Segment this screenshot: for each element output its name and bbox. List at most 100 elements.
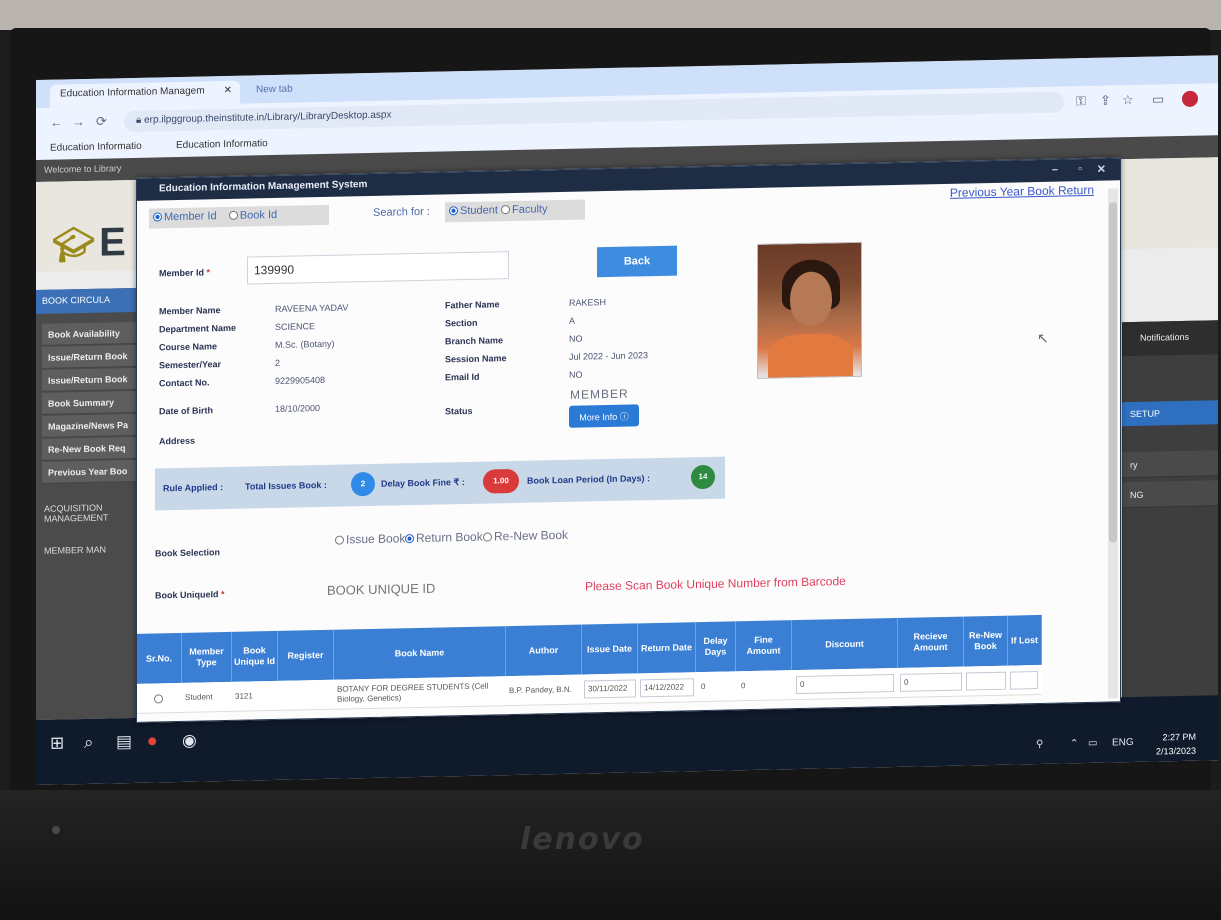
lost-checkbox[interactable] xyxy=(1010,671,1038,690)
column-header[interactable]: Register xyxy=(278,629,334,681)
more-info-button[interactable]: More Info ⓘ xyxy=(569,404,639,428)
key-icon[interactable]: ⚿ xyxy=(1076,93,1086,109)
browser-tab-new[interactable]: New tab xyxy=(246,79,346,104)
radio-member-id[interactable]: Member Id xyxy=(153,210,217,223)
forward-arrow-icon[interactable]: → xyxy=(72,114,85,129)
maximize-icon[interactable]: ▫ xyxy=(1078,163,1082,175)
search-for-group: Student Faculty xyxy=(445,199,585,223)
address-label: Address xyxy=(159,435,196,447)
loan-period-badge: 14 xyxy=(691,464,715,490)
member-id-input[interactable] xyxy=(247,251,509,285)
notifications-link[interactable]: Notifications xyxy=(1122,320,1218,357)
semester-value: 2 xyxy=(275,357,281,368)
right-menu-item[interactable]: NG xyxy=(1122,480,1218,509)
search-icon[interactable]: ⌕ xyxy=(84,733,94,753)
book-unique-id-input[interactable] xyxy=(327,574,527,601)
tab-label: Education Information Managem xyxy=(60,85,205,100)
contact-value: 9229905408 xyxy=(275,374,326,386)
language-indicator[interactable]: ENG xyxy=(1112,737,1134,748)
member-id-label: Member Id * xyxy=(159,267,211,279)
cell-book-name: BOTANY FOR DEGREE STUDENTS (Cell Biology… xyxy=(337,681,489,704)
radio-unselected-icon xyxy=(500,205,510,215)
branch-value: NO xyxy=(569,333,583,344)
receive-amount-input[interactable]: 0 xyxy=(900,672,962,692)
task-view-icon[interactable]: ▤ xyxy=(116,732,132,752)
radio-renew-book[interactable]: Re-New Book xyxy=(483,528,568,545)
radio-return-book[interactable]: Return Book xyxy=(405,530,483,547)
cell-issue-date[interactable]: 30/11/2022 xyxy=(584,679,636,699)
close-icon[interactable]: ✕ xyxy=(224,85,232,96)
vertical-scrollbar[interactable] xyxy=(1108,188,1118,699)
member-name-value: RAVEENA YADAV xyxy=(275,302,349,314)
course-label: Course Name xyxy=(159,341,218,353)
bookmark-item[interactable]: Education Informatio xyxy=(176,138,268,151)
close-icon[interactable]: ✕ xyxy=(1097,163,1106,176)
column-header[interactable]: Member Type xyxy=(182,631,232,683)
column-header[interactable]: Issue Date xyxy=(582,623,638,675)
dob-value: 18/10/2000 xyxy=(275,403,321,414)
dob-label: Date of Birth xyxy=(159,405,213,417)
radio-unselected-icon xyxy=(228,210,238,220)
reload-icon[interactable]: ⟳ xyxy=(96,114,107,130)
column-header[interactable]: Delay Days xyxy=(696,621,736,673)
status-value: MEMBER xyxy=(570,386,629,402)
member-photo xyxy=(757,241,862,379)
discount-input[interactable]: 0 xyxy=(796,674,894,695)
radio-selected-icon xyxy=(153,212,162,222)
column-header[interactable]: Recieve Amount xyxy=(898,616,964,668)
share-icon[interactable]: ⇪ xyxy=(1100,92,1111,108)
setup-menu[interactable]: SETUP xyxy=(1122,400,1218,427)
minimize-icon[interactable]: – xyxy=(1052,164,1058,176)
back-arrow-icon[interactable]: ← xyxy=(50,114,63,129)
previous-year-book-return-link[interactable]: Previous Year Book Return xyxy=(950,183,1094,200)
sidepanel-icon[interactable]: ▭ xyxy=(1152,91,1164,107)
column-header[interactable]: Author xyxy=(506,624,582,677)
taskbar-clock[interactable]: 2:27 PM 2/13/2023 xyxy=(1156,730,1196,759)
session-value: Jul 2022 - Jun 2023 xyxy=(569,350,649,362)
screen: Education Information Managem ✕ New tab … xyxy=(36,55,1218,786)
radio-book-id[interactable]: Book Id xyxy=(228,209,277,222)
graduation-cap-icon: 🎓︎ xyxy=(52,225,96,265)
bookmark-item[interactable]: Education Informatio xyxy=(50,141,142,154)
row-checkbox[interactable] xyxy=(151,683,181,714)
column-header[interactable]: If Lost xyxy=(1008,614,1042,666)
mouse-cursor-icon: ↖ xyxy=(1037,329,1049,347)
column-header[interactable]: Fine Amount xyxy=(736,620,792,672)
column-header[interactable]: Re-New Book xyxy=(964,615,1008,667)
contact-label: Contact No. xyxy=(159,377,210,389)
cell-register xyxy=(278,680,334,711)
column-header[interactable]: Sr.No. xyxy=(137,632,182,684)
tab-label: New tab xyxy=(256,83,293,96)
record-app-icon[interactable]: ⏺ xyxy=(148,731,157,751)
department-value: SCIENCE xyxy=(275,321,316,332)
semester-label: Semester/Year xyxy=(159,359,222,371)
tray-chevron-icon[interactable]: ⌃ xyxy=(1070,738,1078,749)
radio-student[interactable]: Student xyxy=(449,204,498,217)
cell-return-date[interactable]: 14/12/2022 xyxy=(640,678,694,698)
radio-faculty[interactable]: Faculty xyxy=(500,203,547,216)
network-icon[interactable]: ▭ xyxy=(1088,738,1097,749)
renew-checkbox[interactable] xyxy=(966,671,1006,691)
search-by-group: Member Id Book Id xyxy=(149,204,329,229)
windows-start-icon[interactable]: ⊞ xyxy=(50,733,64,753)
right-menu-item[interactable]: ry xyxy=(1122,450,1218,479)
back-button[interactable]: Back xyxy=(597,245,677,278)
profile-avatar[interactable] xyxy=(1182,90,1198,107)
column-header[interactable]: Return Date xyxy=(638,622,696,674)
site-logo: 🎓︎ E xyxy=(52,220,126,265)
column-header[interactable]: Book Unique Id xyxy=(232,630,278,682)
bookmark-star-icon[interactable]: ☆ xyxy=(1122,92,1134,108)
laptop-brand-logo: lenovo xyxy=(520,822,645,857)
site-right-panel: Notifications SETUP ry NG xyxy=(1122,320,1218,703)
cell-delay-days: 0 xyxy=(701,681,706,692)
radio-issue-book[interactable]: Issue Book xyxy=(335,531,405,547)
person-icon[interactable]: ⚲ xyxy=(1036,739,1043,750)
delay-fine-label: Delay Book Fine ₹ : xyxy=(381,477,465,489)
scrollbar-thumb[interactable] xyxy=(1109,202,1117,543)
column-header[interactable]: Discount xyxy=(792,617,898,671)
father-name-value: RAKESH xyxy=(569,297,607,308)
column-header[interactable]: Book Name xyxy=(334,626,506,680)
total-issues-label: Total Issues Book : xyxy=(245,479,327,492)
chrome-icon[interactable]: ◉ xyxy=(182,731,197,751)
radio-selected-icon xyxy=(449,206,458,216)
